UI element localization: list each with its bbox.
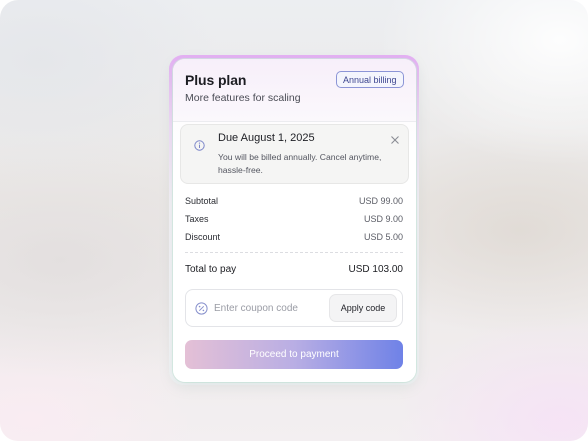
page-background: Plus plan More features for scaling Annu… (0, 0, 588, 441)
plan-header: Plus plan More features for scaling Annu… (173, 59, 416, 122)
total-row: Total to pay USD 103.00 (185, 264, 403, 278)
coupon-field-group: Apply code (185, 289, 403, 327)
coupon-icon (195, 302, 208, 315)
checkout-card: Plus plan More features for scaling Annu… (173, 59, 416, 382)
close-icon[interactable] (389, 133, 401, 145)
summary-row-discount: Discount USD 5.00 (185, 232, 403, 250)
total-value: USD 103.00 (348, 264, 403, 275)
summary-label: Discount (185, 232, 221, 242)
plan-subtitle: More features for scaling (185, 92, 301, 104)
billing-badge: Annual billing (336, 71, 404, 88)
total-label: Total to pay (185, 264, 237, 275)
summary-row-subtotal: Subtotal USD 99.00 (185, 196, 403, 214)
info-icon (194, 138, 205, 151)
summary-divider (185, 252, 403, 253)
apply-code-button[interactable]: Apply code (329, 294, 397, 322)
price-summary: Subtotal USD 99.00 Taxes USD 9.00 Discou… (185, 196, 403, 250)
proceed-to-payment-button[interactable]: Proceed to payment (185, 340, 403, 369)
summary-value: USD 9.00 (363, 214, 403, 224)
notice-title: Due August 1, 2025 (218, 132, 315, 144)
summary-row-taxes: Taxes USD 9.00 (185, 214, 403, 232)
due-notice: Due August 1, 2025 You will be billed an… (180, 124, 409, 184)
notice-body: You will be billed annually. Cancel anyt… (218, 152, 382, 175)
coupon-input[interactable] (214, 299, 324, 317)
summary-value: USD 99.00 (358, 196, 403, 206)
summary-label: Subtotal (185, 196, 219, 206)
summary-value: USD 5.00 (363, 232, 403, 242)
plan-title: Plus plan (185, 72, 247, 88)
summary-label: Taxes (185, 214, 209, 224)
